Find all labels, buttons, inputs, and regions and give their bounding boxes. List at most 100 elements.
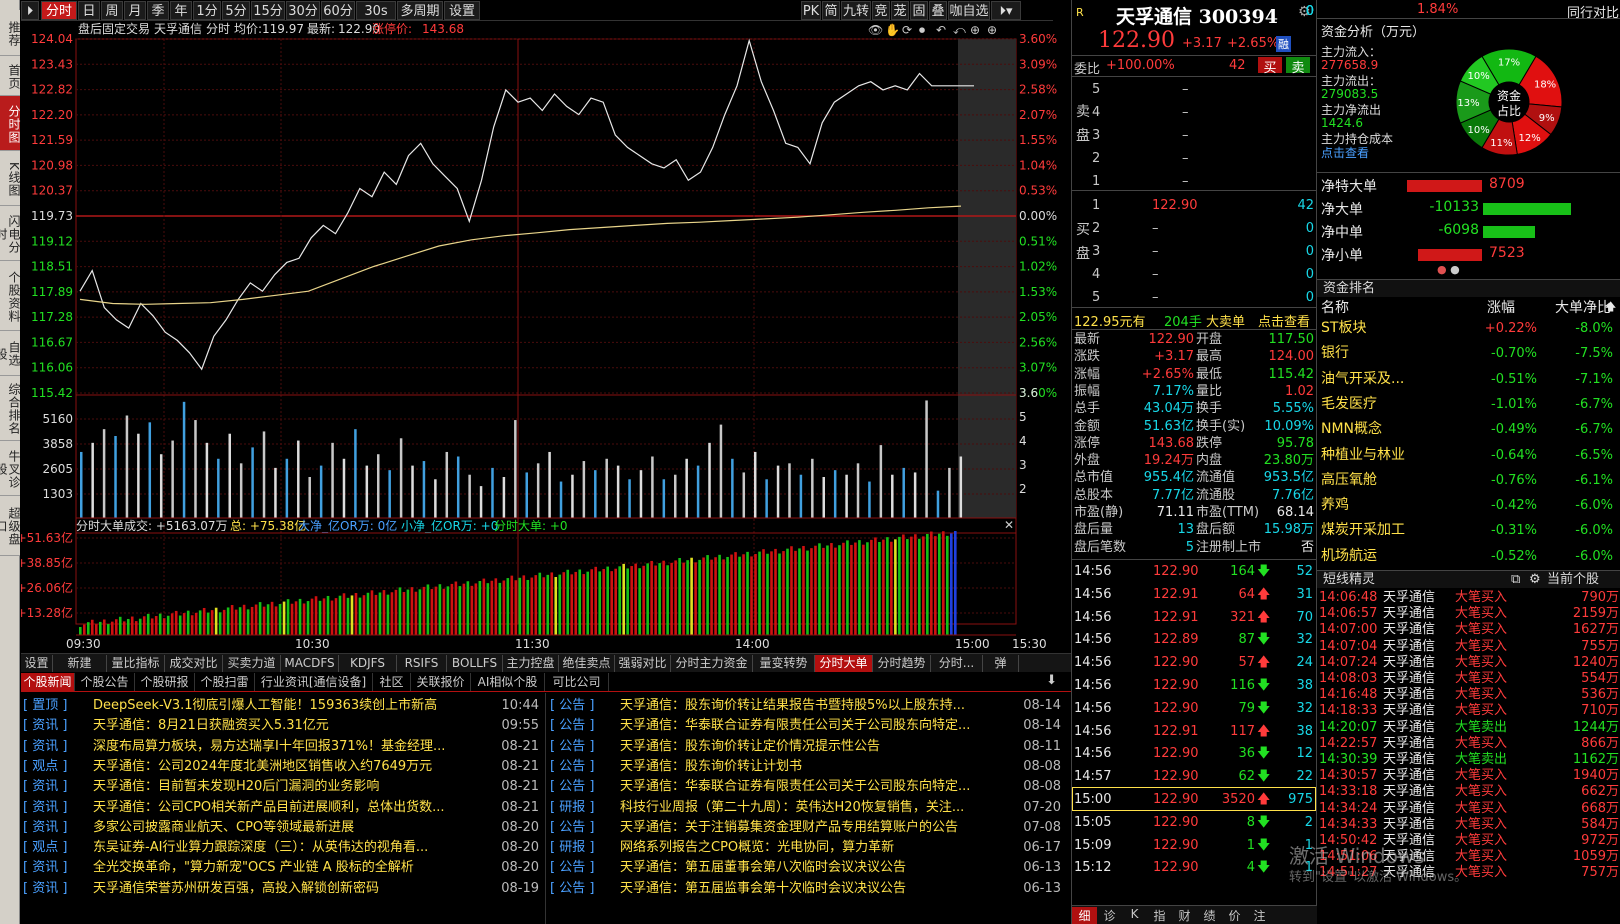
close-icon[interactable]: ✕ bbox=[1004, 518, 1014, 532]
indicator-tab[interactable]: RSIFS bbox=[397, 655, 447, 672]
news-item[interactable]: [ 公告 ] 天孚通信：第五届监事会第十次临时会议决议公告 06-13 bbox=[550, 879, 1065, 899]
left-nav-item[interactable]: 超级盘口 bbox=[0, 496, 21, 556]
news-item[interactable]: [ 公告 ] 天孚通信：华泰联合证券有限责任公司关于公司股东向特定... 08-… bbox=[550, 716, 1065, 736]
tool-tab[interactable]: 九转 bbox=[841, 1, 871, 20]
news-tab[interactable]: AI相似个股 bbox=[471, 673, 545, 691]
elf-row[interactable]: 14:08:03 天孚通信 大笔买入 554万 bbox=[1317, 671, 1620, 687]
news-item[interactable]: [ 公告 ] 天孚通信：第五届董事会第八次临时会议决议公告 06-13 bbox=[550, 858, 1065, 878]
news-tab[interactable]: 行业资讯[通信设备] bbox=[255, 673, 373, 691]
indicator-tab[interactable]: KDJFS bbox=[339, 655, 397, 672]
indicator-tab[interactable]: MACDFS bbox=[281, 655, 339, 672]
news-item[interactable]: [ 研报 ] 科技行业周报（第二十九周）：英伟达H20恢复销售，关注... 07… bbox=[550, 798, 1065, 818]
ask-price[interactable]: – bbox=[1182, 170, 1189, 193]
left-nav-item[interactable]: 牛叉诊股 bbox=[0, 441, 21, 496]
bid-price[interactable]: – bbox=[1152, 240, 1159, 263]
period-tab[interactable]: 日 bbox=[78, 1, 100, 20]
elf-row[interactable]: 14:07:04 天孚通信 大笔买入 755万 bbox=[1317, 639, 1620, 655]
rank-name[interactable]: 养鸡 bbox=[1321, 493, 1349, 518]
rank-name[interactable]: 毛发医疗 bbox=[1321, 392, 1377, 417]
bid-price[interactable]: – bbox=[1152, 286, 1159, 309]
menu-arrow-icon[interactable]: ⏵▾ bbox=[991, 1, 1021, 20]
news-item[interactable]: [ 公告 ] 天孚通信：股东询价转让计划书 08-08 bbox=[550, 757, 1065, 777]
rank-name[interactable]: 银行 bbox=[1321, 341, 1349, 366]
quote-tab[interactable]: 指 bbox=[1147, 907, 1172, 924]
ask-price[interactable]: – bbox=[1182, 124, 1189, 147]
page-dots[interactable]: ● ● bbox=[1437, 263, 1460, 276]
news-tab[interactable]: 个股公告 bbox=[75, 673, 135, 691]
rank-name[interactable]: 油气开采及... bbox=[1321, 367, 1404, 392]
left-nav-item[interactable]: K线图 bbox=[0, 151, 21, 206]
left-nav-item[interactable]: 推荐 bbox=[0, 10, 21, 56]
quote-tab[interactable]: K bbox=[1122, 907, 1147, 921]
chart-tool-icon[interactable]: ✋ bbox=[885, 23, 900, 37]
window-icon[interactable]: ⧉ bbox=[1511, 571, 1520, 589]
news-item[interactable]: [ 观点 ] 天孚通信：公司2024年度北美洲地区销售收入约7649万元 08-… bbox=[23, 757, 543, 777]
chart-tool-icon[interactable]: 👁 bbox=[868, 23, 883, 37]
news-item[interactable]: [ 资讯 ] 天孚通信：目前暂未发现H20后门漏洞的业务影响 08-21 bbox=[23, 777, 543, 797]
news-item[interactable]: [ 资讯 ] 天孚通信：公司CPO相关新产品目前进展顺利，总体出货数... 08… bbox=[23, 798, 543, 818]
left-nav-item[interactable]: 个股资料 bbox=[0, 261, 21, 331]
chart-tool-icon[interactable]: ⏺ bbox=[919, 23, 925, 37]
period-tab[interactable]: 分时 bbox=[41, 1, 77, 20]
indicator-tab[interactable]: 分时趋势 bbox=[873, 655, 931, 672]
indicator-tab[interactable]: 强弱对比 bbox=[615, 655, 671, 672]
news-item[interactable]: [ 公告 ] 天孚通信：股东询价转让结果报告书暨持股5%以上股东持... 08-… bbox=[550, 696, 1065, 716]
period-tab[interactable]: 30s bbox=[356, 1, 396, 20]
quote-tab[interactable]: 诊 bbox=[1097, 907, 1122, 924]
rank-header[interactable]: 大单净比 bbox=[1555, 297, 1611, 317]
indicator-tab[interactable]: 主力控盘 bbox=[503, 655, 559, 672]
sell-button[interactable]: 卖 bbox=[1286, 57, 1310, 76]
elf-row[interactable]: 14:07:24 天孚通信 大笔买入 1240万 bbox=[1317, 655, 1620, 671]
chart-tool-icon[interactable]: ⤺ bbox=[953, 23, 966, 37]
news-item[interactable]: [ 资讯 ] 多家公司披露商业航天、CPO等领域最新进展 08-20 bbox=[23, 818, 543, 838]
news-item[interactable]: [ 置顶 ] DeepSeek-V3.1彻底引爆人工智能！159363续创上市新… bbox=[23, 696, 543, 716]
left-nav-item[interactable]: 自选股 bbox=[0, 331, 21, 376]
tool-tab[interactable]: PK bbox=[801, 1, 821, 20]
indicator-tab[interactable]: 分时主力资金 bbox=[671, 655, 753, 672]
elf-row[interactable]: 14:07:00 天孚通信 大笔买入 1627万 bbox=[1317, 622, 1620, 638]
chart-tool-icon[interactable]: ⊕ bbox=[970, 23, 980, 37]
left-nav-item[interactable]: 闪电分时 bbox=[0, 206, 21, 261]
elf-row[interactable]: 14:34:33 天孚通信 大笔买入 584万 bbox=[1317, 817, 1620, 833]
tool-tab[interactable]: 竞 bbox=[872, 1, 890, 20]
download-icon[interactable]: ⬇ bbox=[1046, 673, 1057, 688]
rank-name[interactable]: 机场航运 bbox=[1321, 544, 1377, 569]
news-item[interactable]: [ 研报 ] 网络系列报告之CPO概览：光电协同，算力革新 06-17 bbox=[550, 838, 1065, 858]
tool-tab[interactable]: 咖自选 bbox=[948, 1, 990, 20]
news-item[interactable]: [ 资讯 ] 天孚通信：8月21日获融资买入5.31亿元 09:55 bbox=[23, 716, 543, 736]
elf-row[interactable]: 14:30:57 天孚通信 大笔买入 1940万 bbox=[1317, 768, 1620, 784]
left-nav-item[interactable]: 首页 bbox=[0, 56, 21, 96]
news-item[interactable]: [ 观点 ] 东吴证券-AI行业算力跟踪深度（三）：从英伟达的视角看... 08… bbox=[23, 838, 543, 858]
bid-price[interactable]: 122.90 bbox=[1152, 194, 1198, 217]
quote-tab[interactable]: 注 bbox=[1247, 907, 1272, 924]
bid-price[interactable]: – bbox=[1152, 263, 1159, 286]
left-nav-item[interactable]: 分时图 bbox=[0, 96, 21, 151]
period-tab[interactable]: 多周期 bbox=[397, 1, 443, 20]
chart-tool-icon[interactable]: ↶ bbox=[936, 23, 946, 37]
elf-row[interactable]: 14:06:48 天孚通信 大笔买入 790万 bbox=[1317, 590, 1620, 606]
rank-name[interactable]: NMN概念 bbox=[1321, 417, 1382, 442]
bigsell-link[interactable]: 点击查看 bbox=[1258, 311, 1310, 330]
news-item[interactable]: [ 公告 ] 天孚通信：华泰联合证券有限责任公司关于公司股东向特定... 08-… bbox=[550, 777, 1065, 797]
tool-tab[interactable]: 叠 bbox=[929, 1, 947, 20]
elf-row[interactable]: 14:16:48 天孚通信 大笔买入 536万 bbox=[1317, 687, 1620, 703]
rank-name[interactable]: 煤炭开采加工 bbox=[1321, 518, 1405, 543]
elf-row[interactable]: 14:18:33 天孚通信 大笔买入 710万 bbox=[1317, 703, 1620, 719]
elf-row[interactable]: 14:06:57 天孚通信 大笔买入 2159万 bbox=[1317, 606, 1620, 622]
rank-name[interactable]: ST板块 bbox=[1321, 316, 1366, 341]
news-item[interactable]: [ 资讯 ] 深度布局算力板块，易方达瑞享I十年回报371%！基金经理... 0… bbox=[23, 737, 543, 757]
period-tab[interactable]: 周 bbox=[101, 1, 123, 20]
period-tab[interactable]: 设置 bbox=[444, 1, 480, 20]
ask-price[interactable]: – bbox=[1182, 78, 1189, 101]
indicator-tab[interactable]: 绝佳卖点 bbox=[559, 655, 615, 672]
indicator-tab[interactable]: 买卖力道 bbox=[223, 655, 281, 672]
ask-price[interactable]: – bbox=[1182, 101, 1189, 124]
news-tab[interactable]: 个股研报 bbox=[135, 673, 195, 691]
intraday-chart[interactable]: 124.04 3.60% 123.43 3.09% 122.82 2.58% 122.20 2… bbox=[17, 21, 1071, 651]
quote-tab[interactable]: 价 bbox=[1222, 907, 1247, 924]
rank-header[interactable]: 涨幅 bbox=[1487, 297, 1515, 317]
period-tab[interactable]: 60分 bbox=[321, 1, 355, 20]
news-tab[interactable]: 关联报价 bbox=[411, 673, 471, 691]
chart-tool-icon[interactable]: ⟳ bbox=[902, 23, 912, 37]
flow-cost-link[interactable]: 点击查看 bbox=[1321, 144, 1369, 161]
